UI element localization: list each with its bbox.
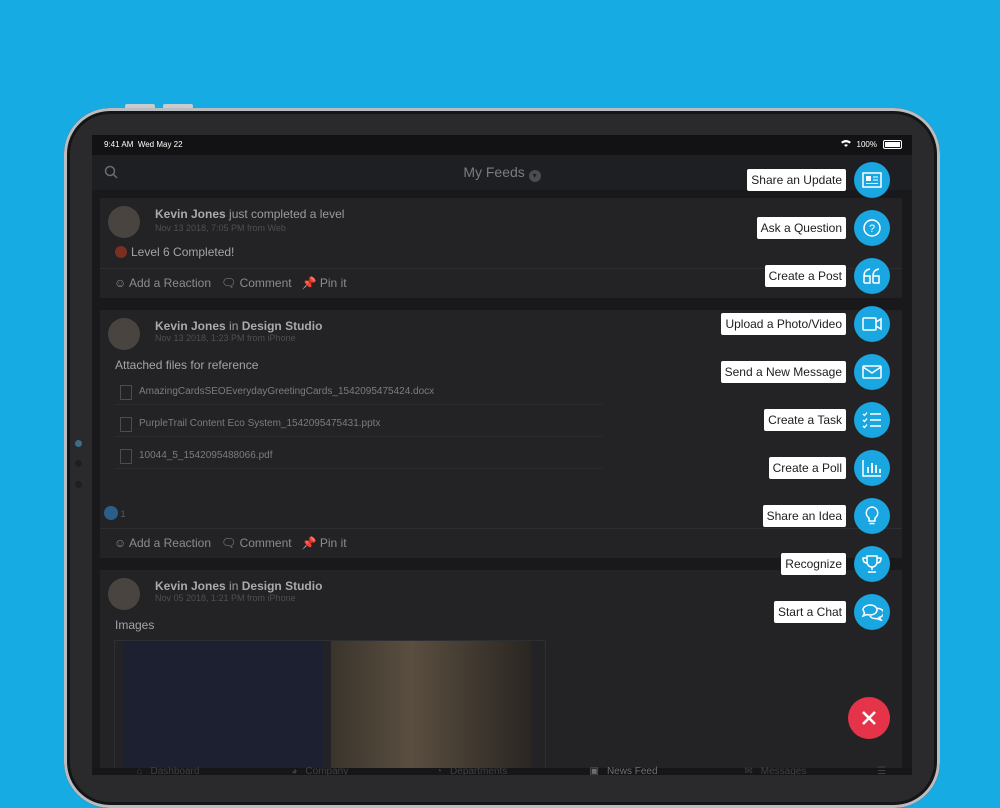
- tab-news-feed[interactable]: ▣ News Feed: [548, 766, 700, 775]
- page-title: My Feeds: [463, 164, 525, 180]
- fab-label[interactable]: Send a New Message: [720, 361, 846, 383]
- checklist-icon[interactable]: [854, 402, 890, 438]
- envelope-icon: ✉: [744, 766, 753, 775]
- post-actions: ☺ Add a Reaction 🗨 Comment 📌 Pin it: [114, 276, 347, 290]
- tab-departments[interactable]: ◔ Departments: [396, 766, 548, 775]
- reaction-summary[interactable]: 1: [104, 506, 126, 520]
- tab-more[interactable]: ☰: [851, 766, 912, 775]
- newspaper-icon[interactable]: [854, 162, 890, 198]
- post-image[interactable]: [123, 641, 323, 771]
- chevron-down-icon: ▾: [528, 170, 541, 182]
- comment-button[interactable]: 🗨 Comment: [221, 276, 292, 290]
- tab-messages[interactable]: ✉ Messages: [699, 766, 851, 775]
- post-image[interactable]: [331, 641, 531, 771]
- question-circle-icon[interactable]: ?: [854, 210, 890, 246]
- close-icon: [862, 711, 876, 725]
- attachment-item[interactable]: PurpleTrail Content Eco System_154209547…: [115, 412, 602, 437]
- globe-icon: ◕: [291, 766, 298, 775]
- menu-icon: ☰: [877, 766, 887, 775]
- bar-chart-icon[interactable]: [854, 450, 890, 486]
- attachment-item[interactable]: AmazingCardsSEOEverydayGreetingCards_154…: [115, 380, 602, 405]
- status-bar: 9:41 AM Wed May 22 100%: [92, 135, 912, 155]
- fab-item-recognize[interactable]: Recognize: [781, 546, 890, 582]
- pin-button[interactable]: 📌 Pin it: [302, 536, 347, 550]
- fab-label[interactable]: Share an Idea: [762, 505, 846, 527]
- fab-item-create-task[interactable]: Create a Task: [764, 402, 890, 438]
- pin-button[interactable]: 📌 Pin it: [302, 276, 347, 290]
- fab-label[interactable]: Upload a Photo/Video: [721, 313, 846, 335]
- tab-bar: ⌂ Dashboard ◕ Company ◔ Departments ▣ News F…: [92, 766, 912, 775]
- fab-item-share-update[interactable]: Share an Update: [747, 162, 890, 198]
- svg-text:?: ?: [869, 223, 875, 235]
- post-header: Kevin Jones in Design Studio: [155, 579, 323, 593]
- file-icon: [120, 385, 132, 400]
- battery-icon: [883, 139, 902, 149]
- attachment-item[interactable]: 10044_5_1542095488066.pdf: [115, 444, 602, 469]
- smile-icon: ☺: [114, 276, 127, 290]
- fab-item-ask-question[interactable]: Ask a Question ?: [756, 210, 890, 246]
- add-reaction-button[interactable]: ☺ Add a Reaction: [114, 536, 211, 550]
- file-icon: [120, 417, 132, 432]
- fab-label[interactable]: Start a Chat: [773, 601, 846, 623]
- fab-label[interactable]: Ask a Question: [756, 217, 846, 239]
- status-time: 9:41 AM Wed May 22: [104, 140, 183, 149]
- status-right: 100%: [840, 139, 902, 149]
- post-body: Attached files for reference: [115, 358, 259, 372]
- chat-bubbles-icon[interactable]: [854, 594, 890, 630]
- post-meta: Nov 13 2018, 7:05 PM from Web: [155, 223, 286, 233]
- video-camera-icon[interactable]: [854, 306, 890, 342]
- camera-dot: [75, 440, 82, 447]
- post-meta: Nov 13 2018, 1:23 PM from iPhone: [155, 333, 296, 343]
- fab-item-upload-media[interactable]: Upload a Photo/Video: [721, 306, 890, 342]
- fab-item-create-post[interactable]: Create a Post: [764, 258, 890, 294]
- tab-dashboard[interactable]: ⌂ Dashboard: [92, 766, 244, 775]
- comment-icon: 🗨: [221, 276, 237, 290]
- fab-label[interactable]: Create a Task: [764, 409, 846, 431]
- lightbulb-icon[interactable]: [854, 498, 890, 534]
- avatar[interactable]: [108, 318, 140, 350]
- fab-item-new-message[interactable]: Send a New Message: [720, 354, 890, 390]
- fab-label[interactable]: Recognize: [781, 553, 846, 575]
- fab-item-create-poll[interactable]: Create a Poll: [768, 450, 890, 486]
- trophy-icon[interactable]: [854, 546, 890, 582]
- wifi-icon: [840, 139, 851, 149]
- envelope-icon[interactable]: [854, 354, 890, 390]
- fab-label[interactable]: Create a Poll: [768, 457, 846, 479]
- add-reaction-button[interactable]: ☺ Add a Reaction: [114, 276, 211, 290]
- side-button: [75, 481, 82, 488]
- file-icon: [120, 449, 132, 464]
- battery-percent: 100%: [856, 139, 877, 149]
- pin-icon: 📌: [301, 276, 317, 290]
- pie-chart-icon: ◔: [436, 766, 443, 775]
- pin-icon: 📌: [301, 536, 317, 550]
- image-gallery: [114, 640, 546, 772]
- post-header: Kevin Jones just completed a level: [155, 207, 345, 221]
- side-button: [75, 460, 82, 467]
- thumbs-up-icon: [104, 506, 118, 520]
- fab-item-start-chat[interactable]: Start a Chat: [773, 594, 890, 630]
- avatar[interactable]: [108, 206, 140, 238]
- close-fab-button[interactable]: [848, 697, 890, 739]
- post-header: Kevin Jones in Design Studio: [155, 319, 323, 333]
- post-body: Level 6 Completed!: [115, 245, 234, 259]
- fab-item-share-idea[interactable]: Share an Idea: [762, 498, 890, 534]
- comment-icon: 🗨: [221, 536, 237, 550]
- quote-icon[interactable]: [854, 258, 890, 294]
- inbox-icon: ▣: [589, 766, 599, 775]
- smile-icon: ☺: [114, 536, 127, 550]
- comment-button[interactable]: 🗨 Comment: [221, 536, 292, 550]
- home-icon: ⌂: [136, 766, 143, 775]
- fab-label[interactable]: Share an Update: [747, 169, 846, 191]
- avatar[interactable]: [108, 578, 140, 610]
- tab-company[interactable]: ◕ Company: [244, 766, 396, 775]
- post-body: Images: [115, 618, 155, 632]
- post-actions: ☺ Add a Reaction 🗨 Comment 📌 Pin it: [114, 536, 347, 550]
- badge-icon: [115, 246, 127, 258]
- fab-label[interactable]: Create a Post: [764, 265, 846, 287]
- post-meta: Nov 05 2018, 1:21 PM from iPhone: [155, 593, 296, 603]
